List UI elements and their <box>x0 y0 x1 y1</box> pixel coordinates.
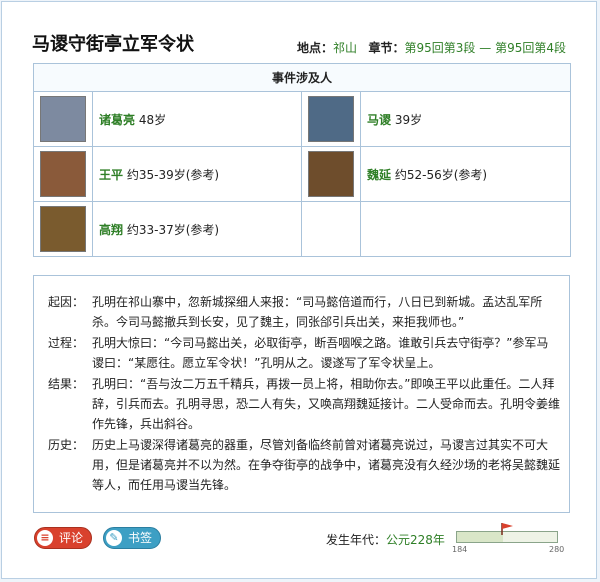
chapter-start-link[interactable]: 第95回第3段 <box>405 41 476 55</box>
bookmark-label: 书签 <box>128 531 153 545</box>
comment-label: 评论 <box>59 531 84 545</box>
story-label: 过程： <box>48 336 85 350</box>
portrait-wang-ping[interactable] <box>40 151 86 197</box>
chapter-label: 章节： <box>368 41 405 55</box>
story-text: 历史上马谡深得诸葛亮的器重，尽管刘备临终前曾对诸葛亮说过，马谡言过其实不可大用，… <box>92 438 561 492</box>
location-link[interactable]: 祁山 <box>333 41 357 55</box>
person-age: 约52-56岁(参考) <box>394 167 488 182</box>
chapter-separator: — <box>479 41 492 55</box>
timeline-start-label: 184 <box>452 545 468 554</box>
people-table: 事件涉及人 诸葛亮 48岁 马谡 39岁 王平 约35-39岁(参考) 魏延 约… <box>32 63 572 257</box>
person-age: 约35-39岁(参考) <box>126 167 220 182</box>
people-row: 诸葛亮 48岁 马谡 39岁 <box>33 91 572 147</box>
story-text: 孔明大惊曰：“今司马懿出关，必取街亭，断吾咽喉之路。谁敢引兵去守街亭？”参军马谡… <box>92 336 549 370</box>
story-label: 结果： <box>48 377 85 391</box>
people-heading: 事件涉及人 <box>32 63 572 92</box>
person-age: 39岁 <box>394 112 423 127</box>
flag-icon <box>501 523 513 535</box>
location-label: 地点： <box>297 41 334 55</box>
event-meta: 地点：祁山 章节：第95回第3段 — 第95回第4段 <box>297 39 566 56</box>
story-label: 历史： <box>48 438 85 452</box>
portrait-ma-su[interactable] <box>308 96 354 142</box>
page-title: 马谡守街亭立军令状 <box>32 34 194 55</box>
bookmark-button[interactable]: ✎ 书签 <box>103 527 161 549</box>
people-row: 王平 约35-39岁(参考) 魏延 约52-56岁(参考) <box>33 146 572 202</box>
comment-button[interactable]: ≡ 评论 <box>34 527 92 549</box>
era-info: 发生年代：公元228年 <box>326 531 445 548</box>
person-name-link[interactable]: 马谡 <box>367 113 391 127</box>
empty-cell <box>301 201 361 257</box>
chapter-end-link[interactable]: 第95回第4段 <box>495 41 566 55</box>
person-name-link[interactable]: 王平 <box>99 168 123 182</box>
story-box: 起因： 孔明在祁山寨中，忽新城探细人来报：“司马懿倍道而行，八日已到新城。孟达乱… <box>33 275 570 513</box>
comment-icon: ≡ <box>37 530 53 546</box>
event-card: 马谡守街亭立军令状 地点：祁山 章节：第95回第3段 — 第95回第4段 事件涉… <box>1 1 597 579</box>
story-label: 起因： <box>48 295 85 309</box>
person-age: 48岁 <box>138 112 167 127</box>
era-value: 公元228年 <box>386 533 445 547</box>
person-age: 约33-37岁(参考) <box>126 222 220 237</box>
timeline-end-label: 280 <box>549 545 565 554</box>
person-name-link[interactable]: 高翔 <box>99 223 123 237</box>
person-name-link[interactable]: 魏延 <box>367 168 391 182</box>
portrait-zhuge-liang[interactable] <box>40 96 86 142</box>
timeline-fill <box>457 532 503 542</box>
empty-cell <box>359 201 572 257</box>
portrait-wei-yan[interactable] <box>308 151 354 197</box>
bookmark-icon: ✎ <box>106 530 122 546</box>
portrait-gao-xiang[interactable] <box>40 206 86 252</box>
people-row: 高翔 约33-37岁(参考) <box>33 201 572 257</box>
person-name-link[interactable]: 诸葛亮 <box>99 113 135 127</box>
story-text: 孔明曰：“吾与汝二万五千精兵，再拨一员上将，相助你去。”即唤王平以此重任。二人拜… <box>92 377 561 431</box>
era-label: 发生年代： <box>326 533 387 547</box>
story-text: 孔明在祁山寨中，忽新城探细人来报：“司马懿倍道而行，八日已到新城。孟达乱军所杀。… <box>92 295 543 329</box>
